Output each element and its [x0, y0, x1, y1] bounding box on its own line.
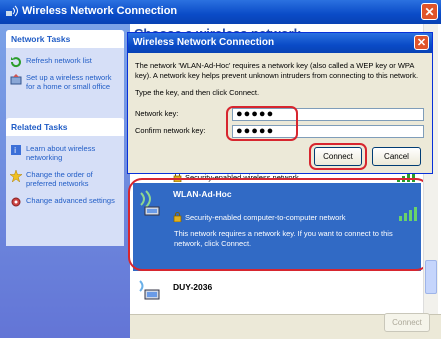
setup-wireless-network-link[interactable]: Set up a wireless network for a home or … [10, 73, 120, 91]
network-item-duy-2036[interactable]: DUY-2036 [133, 276, 421, 304]
outer-window-title: Wireless Network Connection [22, 5, 178, 17]
settings-icon [11, 197, 21, 207]
highlight-ring [128, 178, 430, 271]
close-icon[interactable]: ✕ [421, 3, 438, 20]
network-key-dialog: Wireless Network Connection ✕ The networ… [127, 32, 433, 174]
star-icon [10, 170, 22, 182]
advanced-settings-link[interactable]: Change advanced settings [10, 196, 120, 207]
network-key-label: Network key: [135, 109, 179, 118]
learn-wireless-link[interactable]: i Learn about wireless networking [10, 144, 120, 162]
related-tasks-header: Related Tasks [6, 118, 124, 136]
close-icon[interactable]: ✕ [414, 35, 429, 50]
setup-network-icon [10, 74, 22, 85]
help-book-icon: i [11, 145, 21, 155]
bottom-bar: Connect [130, 313, 441, 339]
connect-highlight [309, 143, 367, 170]
network-tasks-panel: Network Tasks Refresh network list Set u… [6, 30, 124, 124]
change-order-link[interactable]: Change the order of preferred networks [10, 170, 120, 188]
dialog-instruction: Type the key, and then click Connect. [135, 88, 260, 97]
svg-text:i: i [14, 146, 16, 155]
dialog-title-bar[interactable]: Wireless Network Connection ✕ [128, 33, 432, 53]
connect-button-disabled[interactable]: Connect [384, 313, 430, 332]
refresh-icon [10, 57, 21, 68]
cancel-button[interactable]: Cancel [372, 147, 421, 166]
confirm-key-label: Confirm network key: [135, 126, 206, 135]
dialog-title: Wireless Network Connection [133, 37, 275, 48]
wireless-network-icon [139, 280, 160, 300]
wireless-icon [6, 5, 18, 17]
dialog-message: The network 'WLAN-Ad-Hoc' requires a net… [135, 61, 419, 80]
outer-window: Wireless Network Connection ✕ Network Ta… [0, 0, 441, 339]
key-fields-highlight [226, 106, 298, 141]
scrollbar-thumb[interactable] [425, 260, 437, 294]
left-task-pane: Network Tasks Refresh network list Set u… [0, 24, 130, 338]
refresh-network-list-link[interactable]: Refresh network list [10, 56, 120, 68]
outer-title-bar[interactable]: Wireless Network Connection ✕ [0, 0, 441, 24]
network-tasks-header: Network Tasks [6, 30, 124, 48]
network-name: DUY-2036 [173, 282, 213, 292]
related-tasks-panel: Related Tasks i Learn about wireless net… [6, 118, 124, 246]
